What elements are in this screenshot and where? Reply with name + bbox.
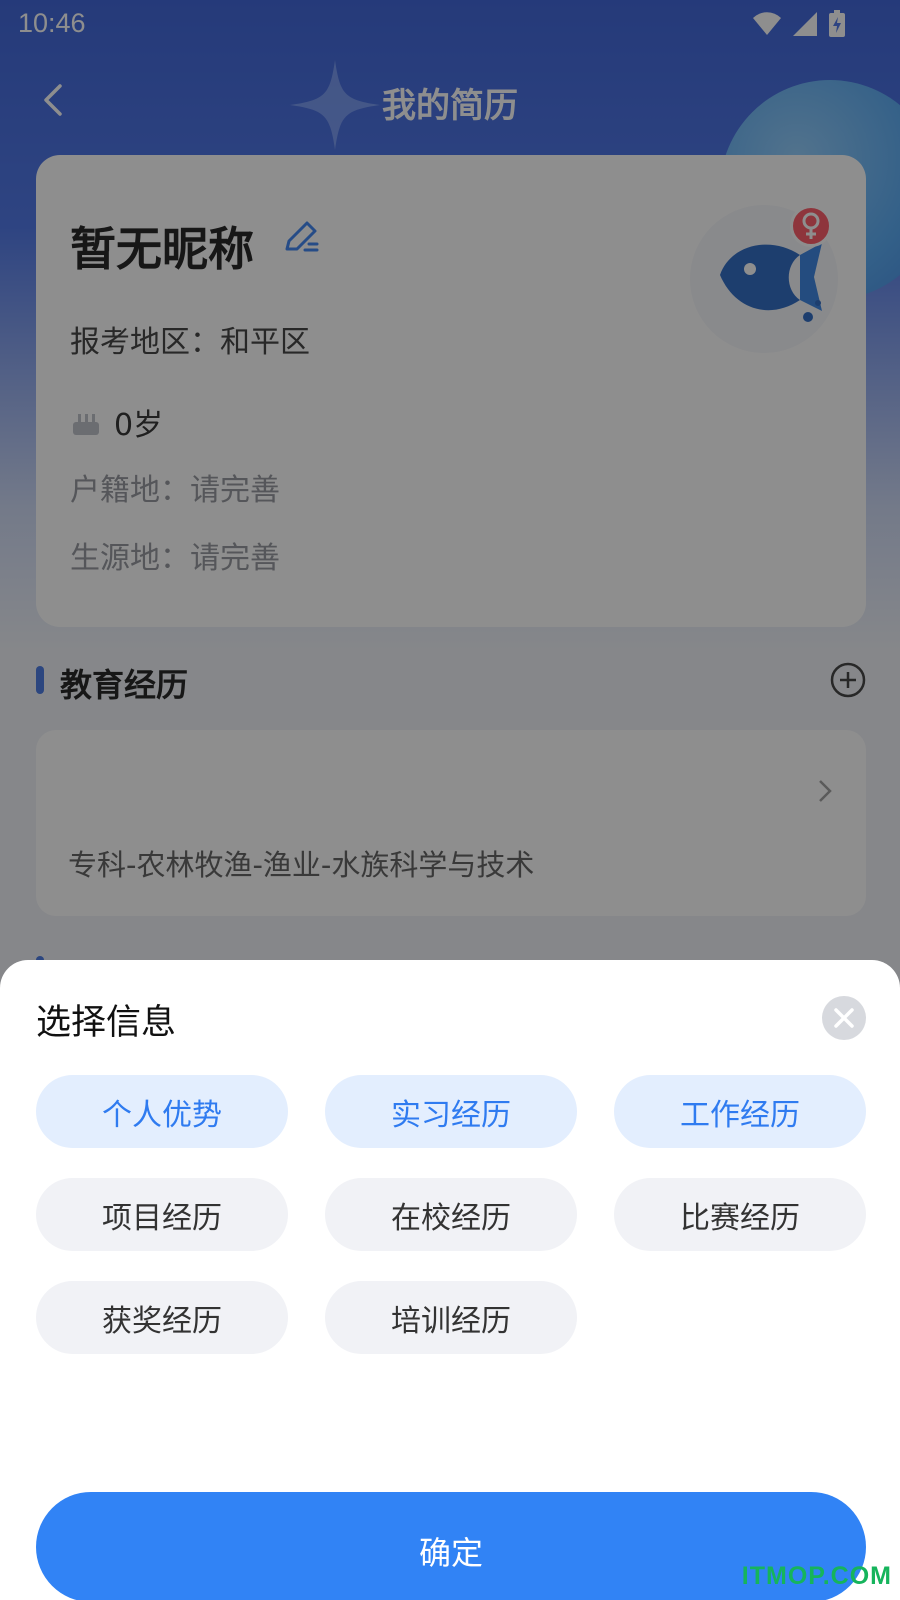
option-chip[interactable]: 项目经历 [36,1178,288,1251]
option-grid: 个人优势 实习经历 工作经历 项目经历 在校经历 比赛经历 获奖经历 培训经历 [36,1075,866,1354]
option-chip[interactable]: 培训经历 [325,1281,577,1354]
select-info-sheet: 选择信息 个人优势 实习经历 工作经历 项目经历 在校经历 比赛经历 获奖经历 … [0,960,900,1600]
option-chip[interactable]: 个人优势 [36,1075,288,1148]
option-chip[interactable]: 在校经历 [325,1178,577,1251]
sheet-title: 选择信息 [36,1003,177,1043]
option-chip[interactable]: 实习经历 [325,1075,577,1148]
close-button[interactable] [822,996,866,1040]
option-chip[interactable]: 获奖经历 [36,1281,288,1354]
watermark: ITMOP.COM [741,1562,892,1590]
close-icon [834,1008,854,1028]
option-chip[interactable]: 工作经历 [614,1075,866,1148]
option-chip[interactable]: 比赛经历 [614,1178,866,1251]
